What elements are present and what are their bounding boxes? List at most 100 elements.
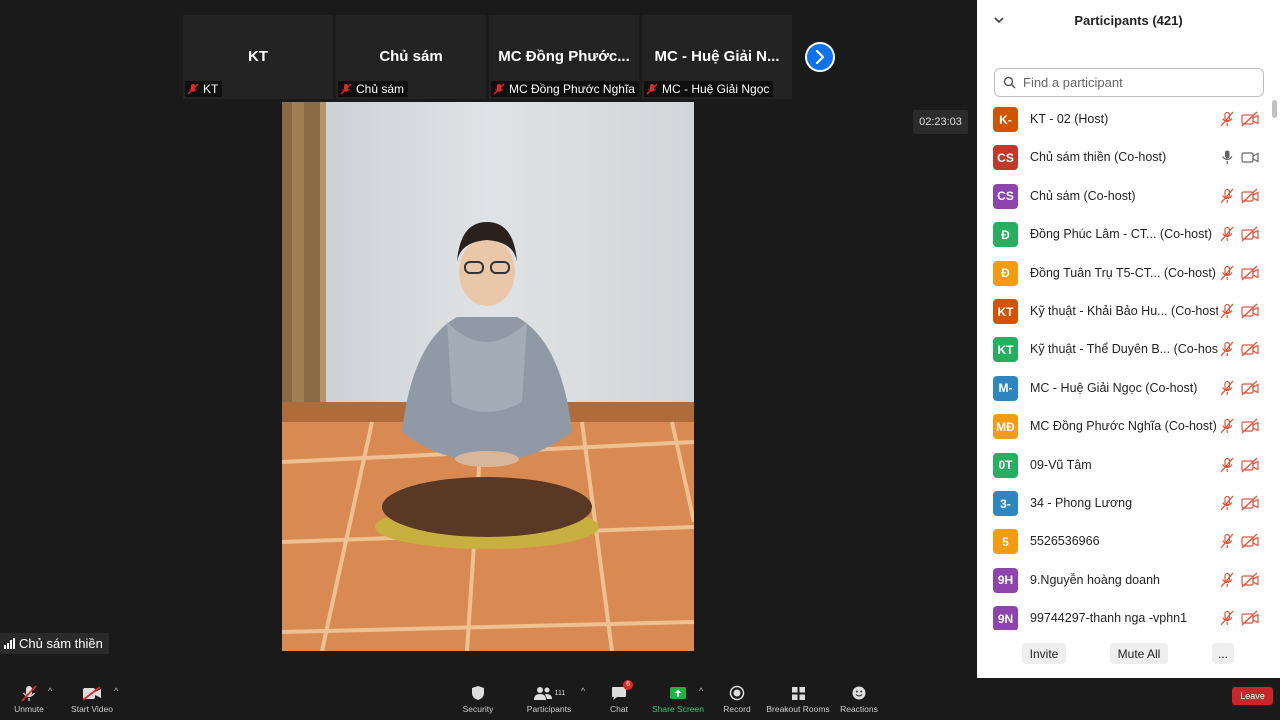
- invite-button[interactable]: Invite: [1022, 643, 1066, 664]
- share-screen-label: Share Screen: [652, 704, 704, 714]
- audio-options-caret[interactable]: ^: [48, 686, 52, 696]
- video-off-icon[interactable]: [1241, 533, 1259, 549]
- mute-all-button[interactable]: Mute All: [1110, 643, 1168, 664]
- video-thumbnail[interactable]: MC - Huệ Giải N... MC - Huệ Giải Ngọc: [642, 15, 792, 99]
- participants-count: 111: [554, 689, 566, 697]
- leave-button[interactable]: Leave: [1232, 687, 1273, 705]
- mic-muted-icon[interactable]: [1219, 188, 1235, 204]
- scrollbar-thumb[interactable]: [1272, 100, 1277, 118]
- video-off-icon[interactable]: [1241, 226, 1259, 242]
- video-off-icon[interactable]: [1241, 341, 1259, 357]
- search-input[interactable]: [1021, 74, 1255, 91]
- participant-row[interactable]: KT Kỹ thuật - Khải Bảo Hu... (Co-host): [977, 292, 1272, 330]
- video-off-icon[interactable]: [1241, 111, 1259, 127]
- participants-button[interactable]: 111 Participants: [524, 678, 574, 720]
- avatar: 0T: [993, 452, 1018, 478]
- breakout-rooms-icon: [787, 684, 809, 702]
- video-off-icon[interactable]: [1241, 610, 1259, 626]
- participants-options-caret[interactable]: ^: [581, 686, 585, 696]
- mic-muted-icon[interactable]: [1219, 495, 1235, 511]
- chat-button[interactable]: 6 Chat: [604, 678, 634, 720]
- participant-row[interactable]: MĐ MC Đồng Phước Nghĩa (Co-host): [977, 407, 1272, 445]
- participant-row[interactable]: Đ Đồng Tuân Trụ T5-CT... (Co-host): [977, 254, 1272, 292]
- mic-muted-icon: [340, 83, 352, 95]
- share-screen-icon: [667, 684, 689, 702]
- video-thumbnail[interactable]: MC Đồng Phước... MC Đồng Phước Nghĩa: [489, 15, 639, 99]
- mic-muted-icon[interactable]: [1219, 341, 1235, 357]
- shield-icon: [467, 684, 489, 702]
- share-screen-button[interactable]: Share Screen: [652, 678, 704, 720]
- video-off-icon[interactable]: [1241, 265, 1259, 281]
- mic-icon[interactable]: [1219, 149, 1235, 165]
- mic-muted-icon[interactable]: [1219, 111, 1235, 127]
- reactions-label: Reactions: [840, 704, 878, 714]
- share-options-caret[interactable]: ^: [699, 686, 703, 696]
- unmute-button[interactable]: Unmute: [6, 678, 52, 720]
- start-video-button[interactable]: Start Video: [64, 678, 120, 720]
- participant-search[interactable]: [994, 68, 1264, 97]
- mic-muted-icon[interactable]: [1219, 572, 1235, 588]
- thumbnail-name: MC - Huệ Giải N...: [654, 48, 780, 65]
- mic-muted-icon[interactable]: [1219, 533, 1235, 549]
- mic-muted-icon[interactable]: [1219, 610, 1235, 626]
- meeting-timer: 02:23:03: [913, 110, 968, 134]
- active-speaker-video[interactable]: [282, 102, 694, 651]
- more-options-button[interactable]: ...: [1212, 643, 1234, 664]
- participant-name: MC Đồng Phước Nghĩa (Co-host): [1030, 419, 1217, 434]
- smiley-icon: [848, 684, 870, 702]
- participant-row[interactable]: K- KT - 02 (Host): [977, 100, 1272, 138]
- mic-muted-icon[interactable]: [1219, 303, 1235, 319]
- video-off-icon[interactable]: [1241, 188, 1259, 204]
- mic-muted-icon[interactable]: [1219, 265, 1235, 281]
- participant-row[interactable]: 9N 99744297-thanh nga -vphn1: [977, 599, 1272, 630]
- participant-row[interactable]: 5 5526536966: [977, 522, 1272, 560]
- video-thumbnail[interactable]: Chủ sám Chủ sám: [336, 15, 486, 99]
- video-thumbnail[interactable]: KT KT: [183, 15, 333, 99]
- participant-name: Đồng Tuân Trụ T5-CT... (Co-host): [1030, 265, 1216, 280]
- participant-name: 09-Vũ Tâm: [1030, 457, 1092, 472]
- participant-name: Đồng Phúc Lâm - CT... (Co-host): [1030, 227, 1213, 242]
- thumbnail-label-text: MC - Huệ Giải Ngọc: [662, 82, 770, 96]
- breakout-rooms-button[interactable]: Breakout Rooms: [766, 678, 830, 720]
- video-off-icon[interactable]: [1241, 572, 1259, 588]
- participant-name: MC - Huệ Giải Ngọc (Co-host): [1030, 380, 1198, 395]
- security-label: Security: [462, 704, 494, 714]
- mic-muted-icon[interactable]: [1219, 380, 1235, 396]
- video-off-icon[interactable]: [1241, 303, 1259, 319]
- avatar: 9N: [993, 606, 1018, 630]
- video-off-icon[interactable]: [1241, 380, 1259, 396]
- participant-list: K- KT - 02 (Host) CS Chủ sám thiền (Co-host…: [977, 100, 1272, 630]
- video-off-icon[interactable]: [1241, 418, 1259, 434]
- mic-muted-icon[interactable]: [1219, 226, 1235, 242]
- record-button[interactable]: Record: [720, 678, 754, 720]
- reactions-button[interactable]: Reactions: [838, 678, 880, 720]
- next-page-button[interactable]: [805, 42, 835, 72]
- panel-header: Participants (421): [977, 0, 1280, 42]
- avatar: KT: [993, 299, 1018, 324]
- participant-row[interactable]: CS Chủ sám (Co-host): [977, 177, 1272, 215]
- participant-name: Chủ sám thiền (Co-host): [1030, 150, 1167, 165]
- security-button[interactable]: Security: [458, 678, 498, 720]
- participant-row[interactable]: 9H 9.Nguyễn hoàng doanh: [977, 561, 1272, 599]
- participant-row[interactable]: CS Chủ sám thiền (Co-host): [977, 138, 1272, 176]
- video-icon[interactable]: [1241, 149, 1259, 165]
- chat-label: Chat: [610, 704, 628, 714]
- participant-list-scrollbar[interactable]: [1271, 100, 1277, 630]
- avatar: 5: [993, 529, 1018, 555]
- participant-row[interactable]: M- MC - Huệ Giải Ngọc (Co-host): [977, 369, 1272, 407]
- avatar: Đ: [993, 260, 1018, 286]
- video-off-icon[interactable]: [1241, 495, 1259, 511]
- participant-name: Kỹ thuật - Khải Bảo Hu... (Co-host): [1030, 304, 1218, 318]
- participant-row[interactable]: 3- 34 - Phong Lương: [977, 484, 1272, 522]
- participant-row[interactable]: KT Kỹ thuật - Thể Duyên B... (Co-host): [977, 330, 1272, 368]
- panel-footer: Invite Mute All ...: [977, 640, 1280, 670]
- mic-muted-icon[interactable]: [1219, 418, 1235, 434]
- participant-name: 34 - Phong Lương: [1030, 496, 1133, 510]
- record-label: Record: [723, 704, 751, 714]
- participant-row[interactable]: 0T 09-Vũ Tâm: [977, 446, 1272, 484]
- video-options-caret[interactable]: ^: [114, 686, 118, 696]
- video-off-icon[interactable]: [1241, 457, 1259, 473]
- avatar: 3-: [993, 491, 1018, 516]
- mic-muted-icon[interactable]: [1219, 457, 1235, 473]
- participant-row[interactable]: Đ Đồng Phúc Lâm - CT... (Co-host): [977, 215, 1272, 253]
